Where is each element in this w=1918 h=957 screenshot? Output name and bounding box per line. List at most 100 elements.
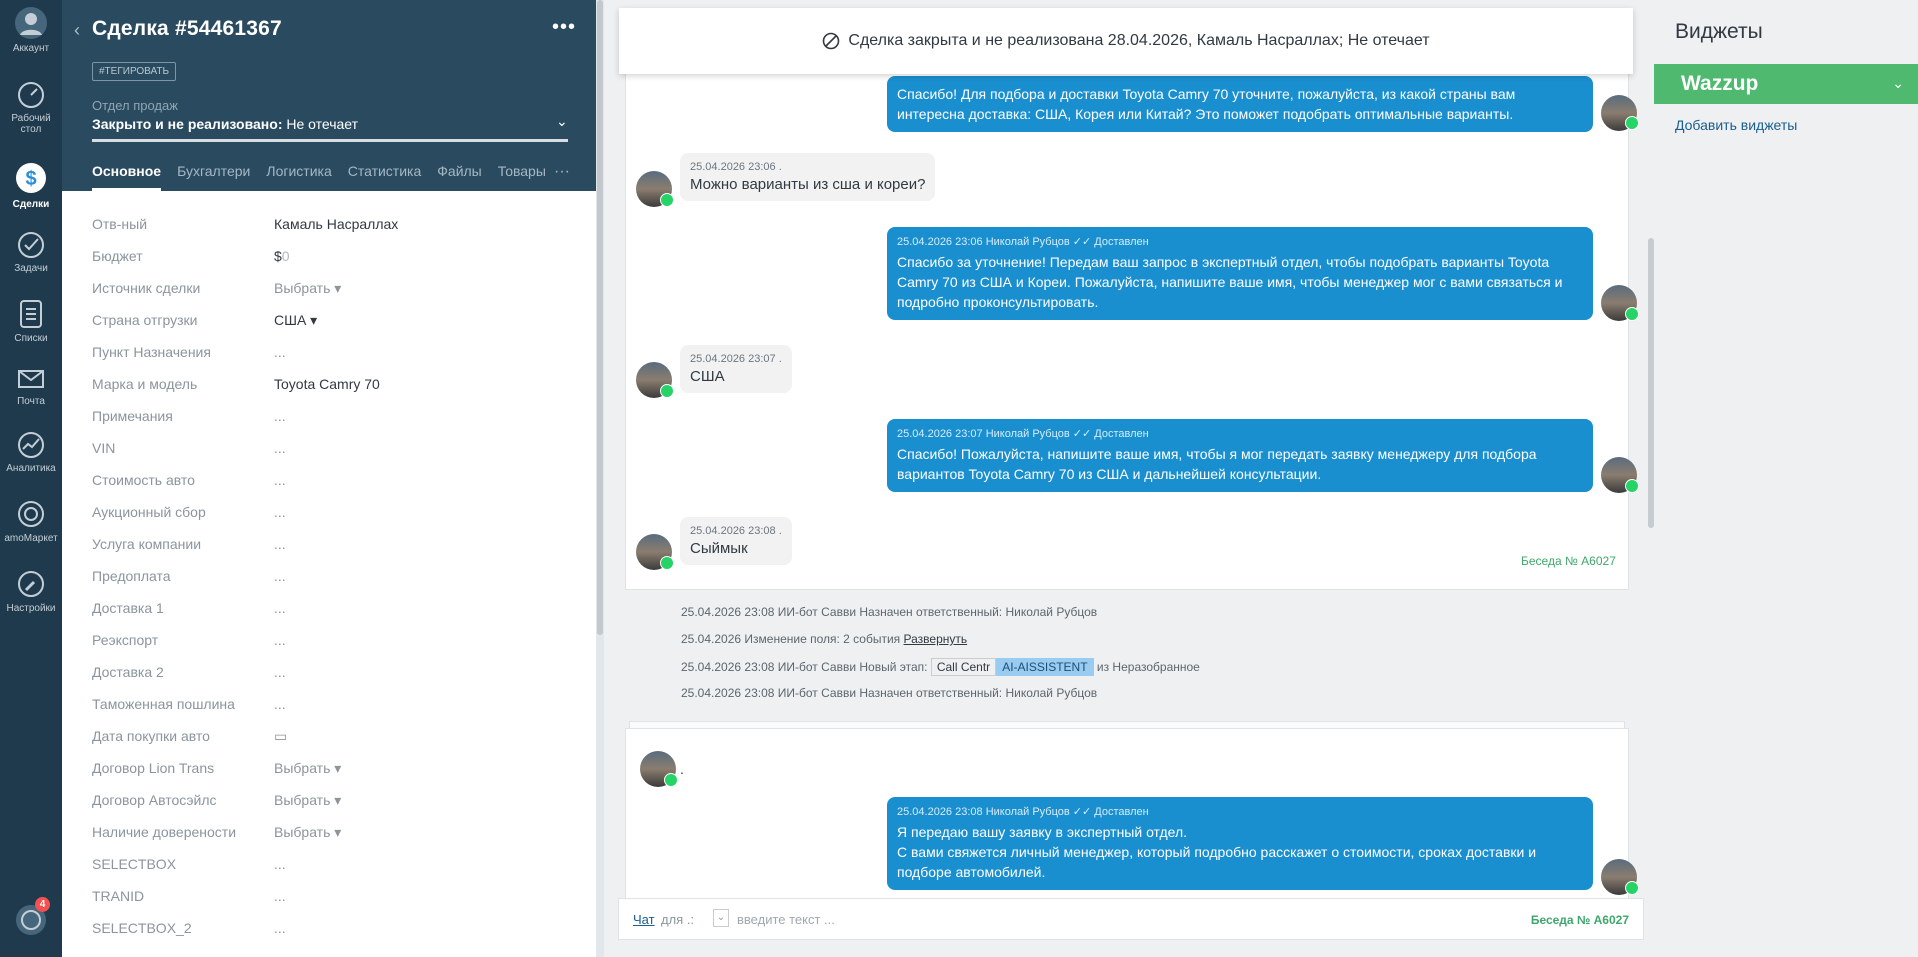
tab-files[interactable]: Файлы: [437, 163, 481, 191]
deal-scrollbar[interactable]: [596, 0, 604, 957]
nav-analytics[interactable]: Аналитика: [0, 430, 62, 474]
tabs-more-button[interactable]: ···: [554, 163, 570, 181]
nav-account[interactable]: Аккаунт: [0, 6, 62, 54]
event-line: 25.04.2026 23:08 ИИ-бот Савви Назначен о…: [681, 686, 1098, 700]
nav-market[interactable]: amoМаркет: [0, 498, 62, 544]
message-meta: 25.04.2026 23:08 Николай Рубцов ✓✓ Доста…: [897, 806, 1149, 818]
tag-button[interactable]: #ТЕГИРОВАТЬ: [92, 62, 177, 81]
message-text: Спасибо! Для подбора и доставки Toyota C…: [897, 86, 1516, 122]
message-meta: 25.04.2026 23:08 .: [690, 525, 782, 537]
message-sender: 25.04.2026 23:06 Николай Рубцов: [897, 236, 1070, 248]
field-row: Бюджет $0: [92, 240, 572, 272]
field-select[interactable]: Выбрать ▾: [274, 760, 341, 777]
field-value[interactable]: ...: [274, 920, 286, 936]
recipient-dropdown[interactable]: ⌄: [713, 909, 729, 927]
message-meta: 25.04.2026 23:06 Николай Рубцов ✓✓ Доста…: [897, 236, 1149, 248]
account-avatar-icon: [15, 7, 47, 39]
field-label: Услуга компании: [92, 536, 202, 552]
nav-deals[interactable]: $ Сделки: [0, 160, 62, 210]
field-row: Реэкспорт...: [92, 624, 572, 656]
tab-products[interactable]: Товары: [498, 163, 546, 191]
field-value[interactable]: ...: [274, 536, 286, 552]
field-value[interactable]: Камаль Насраллах: [274, 216, 398, 232]
field-value[interactable]: Toyota Camry 70: [274, 376, 380, 392]
calendar-icon[interactable]: ▭: [274, 728, 287, 745]
nav-dashboard[interactable]: Рабочий стол: [0, 80, 62, 135]
status-progress-bar: [92, 139, 568, 142]
nav-tasks-label: Задачи: [14, 263, 48, 274]
field-select[interactable]: Выбрать ▾: [274, 792, 341, 809]
field-row: Аукционный сбор...: [92, 496, 572, 528]
status-chevron-icon[interactable]: ⌄: [556, 113, 568, 130]
tab-logistics[interactable]: Логистика: [266, 163, 331, 191]
field-label: Доставка 1: [92, 600, 164, 616]
field-row: Дата покупки авто ▭: [92, 720, 572, 752]
expand-link[interactable]: Развернуть: [904, 632, 968, 646]
whatsapp-icon: [664, 773, 678, 787]
nav-mail[interactable]: Почта: [0, 365, 62, 407]
field-value[interactable]: ...: [274, 632, 286, 648]
back-arrow-icon[interactable]: ‹: [74, 20, 80, 41]
analytics-icon: [18, 432, 44, 458]
tab-main[interactable]: Основное: [92, 163, 162, 191]
message-sender: 25.04.2026 23:07 Николай Рубцов: [897, 428, 1070, 440]
message-meta: 25.04.2026 23:07 .: [690, 353, 782, 365]
field-row: Договор Lion Trans Выбрать ▾: [92, 752, 572, 784]
field-label: Страна отгрузки: [92, 312, 198, 328]
status-reason: Не отечает: [286, 116, 359, 132]
add-widgets-link[interactable]: Добавить виджеты: [1675, 117, 1797, 133]
field-label: Доставка 2: [92, 664, 164, 680]
stage-chip: AI-AISSISTENT: [996, 658, 1094, 676]
field-value[interactable]: ...: [274, 440, 286, 456]
message-text: Я передаю вашу заявку в экспертный отдел…: [897, 824, 1188, 840]
status-select[interactable]: Закрыто и не реализовано: Не отечает: [92, 116, 358, 132]
field-select[interactable]: США ▾: [274, 312, 317, 329]
message-in: 25.04.2026 23:08 . Сыймык: [680, 517, 792, 565]
message-input[interactable]: введите текст ...: [737, 912, 835, 927]
field-value[interactable]: ...: [274, 600, 286, 616]
conversation-number[interactable]: Беседа № A6027: [1531, 913, 1629, 927]
field-value[interactable]: ...: [274, 344, 286, 360]
chevron-down-icon[interactable]: ⌄: [1892, 75, 1904, 92]
field-label: Марка и модель: [92, 376, 198, 392]
stage-chip: Call Centr: [930, 658, 997, 676]
tab-statistics[interactable]: Статистика: [348, 163, 422, 191]
field-value[interactable]: ...: [274, 472, 286, 488]
field-label: SELECTBOX: [92, 856, 177, 872]
field-value[interactable]: ...: [274, 696, 286, 712]
lists-icon: [20, 300, 42, 328]
nav-settings[interactable]: Настройки: [0, 568, 62, 614]
deal-scrollbar-thumb[interactable]: [597, 0, 603, 635]
wazzup-widget[interactable]: Wazzup ⌄: [1654, 64, 1918, 104]
nav-lists-label: Списки: [14, 333, 48, 344]
chat-type-link[interactable]: Чат: [633, 912, 655, 927]
field-value[interactable]: ...: [274, 568, 286, 584]
message-meta: 25.04.2026 23:07 Николай Рубцов ✓✓ Доста…: [897, 428, 1149, 440]
whatsapp-icon: [660, 193, 674, 207]
whatsapp-icon: [660, 556, 674, 570]
field-value[interactable]: ...: [274, 888, 286, 904]
field-row: Предоплата...: [92, 560, 572, 592]
whatsapp-icon: [1625, 881, 1639, 895]
message-text: Спасибо! Пожалуйста, напишите ваше имя, …: [897, 446, 1537, 482]
field-value[interactable]: ...: [274, 856, 286, 872]
nav-market-label: amoМаркет: [4, 533, 58, 544]
field-select[interactable]: Выбрать ▾: [274, 824, 341, 841]
nav-tasks[interactable]: Задачи: [0, 230, 62, 274]
field-row: Доставка 1...: [92, 592, 572, 624]
conversation-number[interactable]: Беседа № A6027: [1521, 554, 1616, 568]
message-out: 25.04.2026 23:08 Николай Рубцов ✓✓ Доста…: [887, 797, 1593, 890]
budget-value[interactable]: $0: [274, 248, 290, 264]
field-select[interactable]: Выбрать ▾: [274, 280, 341, 297]
deal-more-button[interactable]: •••: [552, 16, 576, 39]
field-value[interactable]: ...: [274, 664, 286, 680]
field-value[interactable]: ...: [274, 408, 286, 424]
field-row: Источник сделки Выбрать ▾: [92, 272, 572, 304]
field-value[interactable]: ...: [274, 504, 286, 520]
tab-accounting[interactable]: Бухгалтери: [177, 163, 250, 191]
widgets-title: Виджеты: [1675, 20, 1763, 43]
field-row: Наличие доверености Выбрать ▾: [92, 816, 572, 848]
nav-lists[interactable]: Списки: [0, 298, 62, 344]
nav-chats[interactable]: 4: [0, 897, 62, 940]
delivered-status: Доставлен: [1094, 236, 1149, 248]
